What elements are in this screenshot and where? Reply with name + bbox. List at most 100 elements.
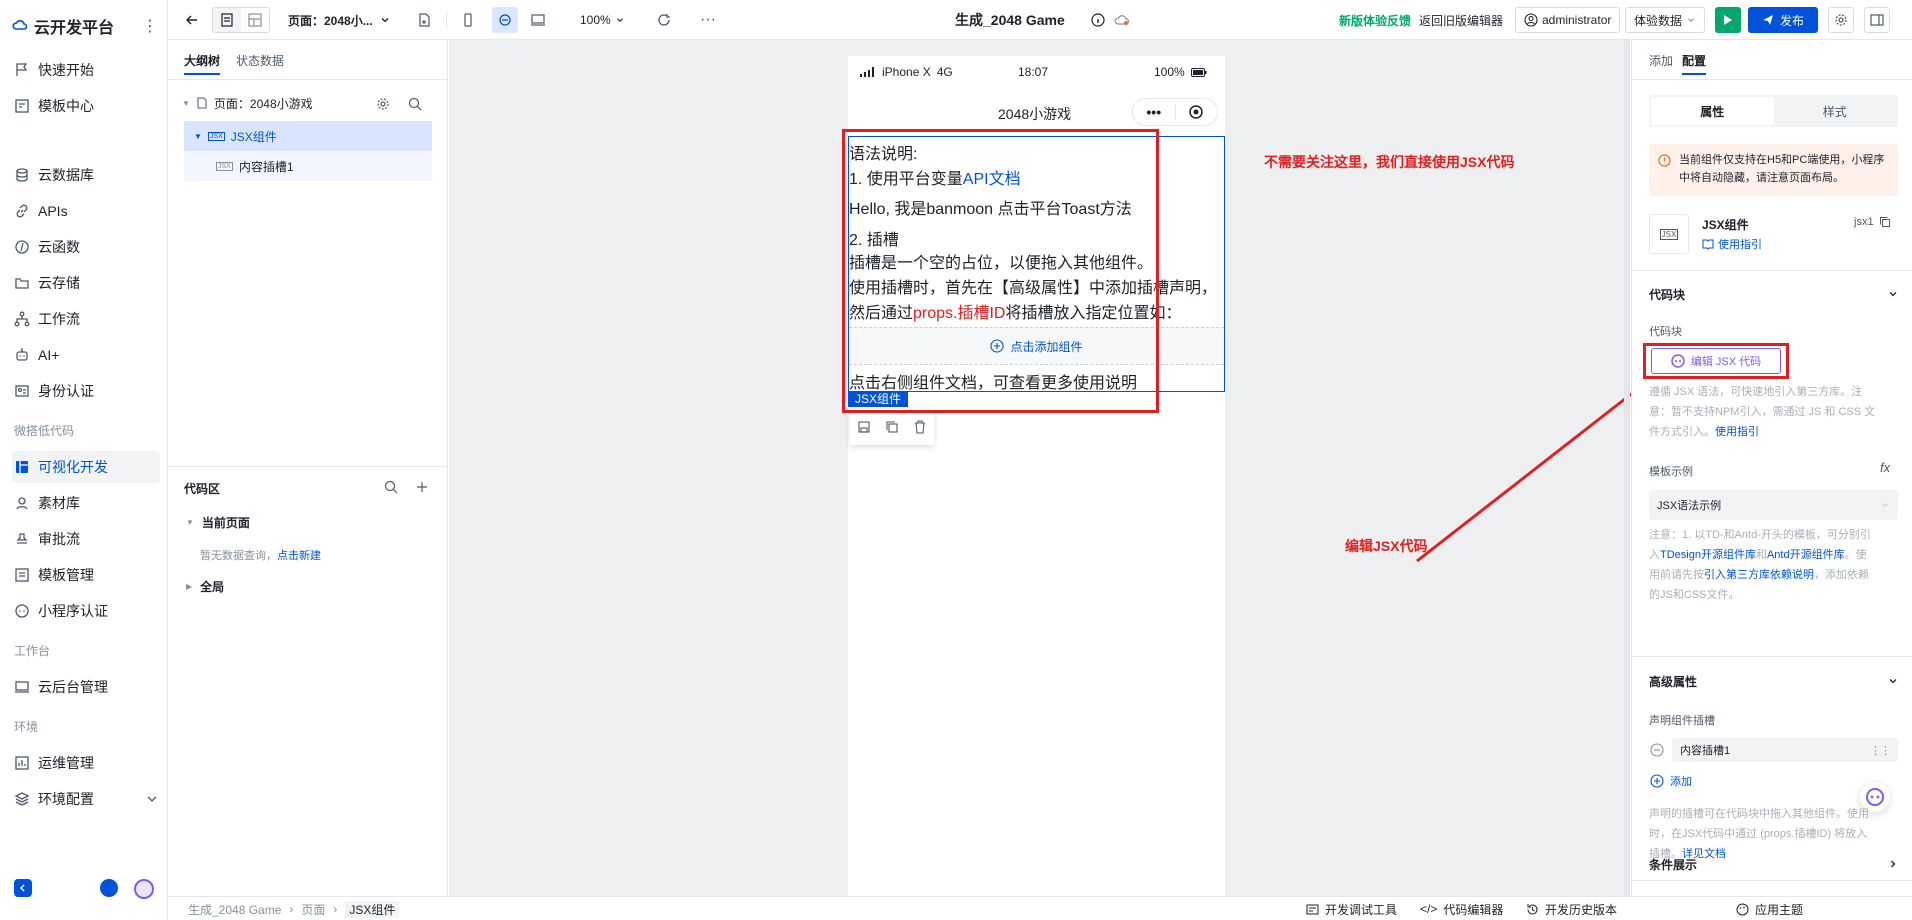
- nav-item-template-manage[interactable]: 模板管理: [12, 559, 160, 591]
- nav-item-assets[interactable]: 素材库: [12, 487, 160, 519]
- code-editor-button[interactable]: </> 代码编辑器: [1420, 897, 1503, 920]
- minus-circle-icon[interactable]: [1650, 743, 1664, 757]
- ai-assistant-icon[interactable]: [134, 879, 154, 899]
- create-new-link[interactable]: 点击新建: [277, 550, 321, 562]
- send-icon: [1763, 15, 1773, 25]
- desktop-device-icon[interactable]: [530, 0, 546, 40]
- breadcrumb-item[interactable]: JSX组件: [345, 900, 400, 918]
- refresh-icon[interactable]: [656, 0, 672, 40]
- breadcrumb-item[interactable]: 生成_2048 Game: [188, 901, 281, 918]
- chevron-down-icon: [147, 796, 157, 802]
- condition-section-title[interactable]: 条件展示: [1649, 856, 1697, 873]
- usage-guide-link[interactable]: 使用指引: [1715, 426, 1759, 438]
- global-group[interactable]: ▶ 全局: [186, 578, 224, 595]
- copy-icon[interactable]: [885, 420, 899, 434]
- nav-group-label: 环境: [14, 720, 39, 734]
- folder-icon: [15, 278, 29, 289]
- chevron-down-icon: [381, 18, 389, 23]
- search-icon[interactable]: [408, 97, 422, 111]
- more-vertical-icon[interactable]: ⋮: [142, 16, 158, 36]
- nav-item-templates[interactable]: 模板中心: [12, 90, 160, 122]
- tab-add[interactable]: 添加: [1649, 52, 1673, 69]
- app-logo[interactable]: 云开发平台: [12, 12, 114, 40]
- divider: [1632, 79, 1912, 80]
- data-mode-select[interactable]: 体验数据: [1625, 0, 1706, 40]
- nav-item-visual-dev[interactable]: 可视化开发: [12, 451, 160, 483]
- zoom-select[interactable]: 100%: [580, 0, 625, 40]
- nav-item-env-config[interactable]: 环境配置: [12, 783, 160, 815]
- grid-view-icon[interactable]: [241, 8, 269, 32]
- new-page-icon[interactable]: [416, 0, 432, 40]
- tab-outline-tree[interactable]: 大纲树: [184, 52, 220, 69]
- panel-toggle-button[interactable]: [1864, 0, 1890, 40]
- more-horizontal-icon[interactable]: ···: [700, 0, 716, 40]
- antd-link[interactable]: Antd开源组件库: [1767, 549, 1845, 561]
- fx-icon[interactable]: fx: [1880, 460, 1890, 475]
- info-icon[interactable]: [1090, 0, 1106, 40]
- more-dots-icon[interactable]: •••: [1133, 104, 1175, 120]
- template-note: 注意：1. 以TD-和Antd-开头的模板，可分别引 入TDesign开源组件库…: [1649, 525, 1904, 605]
- nav-item-workflow[interactable]: 工作流: [12, 303, 160, 335]
- desc-line: 遵循 JSX 语法，可快速地引入第三方库。注: [1649, 386, 1863, 398]
- advanced-section-title[interactable]: 高级属性: [1649, 673, 1697, 690]
- trash-icon[interactable]: [913, 420, 927, 434]
- canvas-scrollbar[interactable]: [1624, 40, 1630, 896]
- breadcrumb-item[interactable]: 页面: [301, 901, 325, 918]
- responsive-device-icon[interactable]: [492, 0, 518, 40]
- user-avatar-icon[interactable]: [100, 879, 118, 897]
- settings-button[interactable]: [1828, 0, 1854, 40]
- nav-item-storage[interactable]: 云存储: [12, 267, 160, 299]
- back-to-old-editor[interactable]: 返回旧版编辑器: [1419, 0, 1503, 40]
- seg-styles[interactable]: 样式: [1774, 97, 1897, 125]
- nav-item-functions[interactable]: 云函数: [12, 231, 160, 263]
- close-miniprogram-icon[interactable]: [1175, 104, 1217, 120]
- gear-icon[interactable]: [376, 97, 390, 111]
- plus-icon[interactable]: [416, 481, 428, 493]
- chevron-right-icon[interactable]: [1887, 858, 1899, 870]
- nav-item-database[interactable]: 云数据库: [12, 159, 160, 191]
- code-block-section-title[interactable]: 代码块: [1649, 286, 1685, 303]
- tdesign-link[interactable]: TDesign开源组件库: [1660, 549, 1756, 561]
- debug-tools-button[interactable]: 开发调试工具: [1306, 897, 1397, 920]
- tree-node-slot[interactable]: JSX 内容插槽1: [184, 151, 432, 181]
- nav-item-miniprogram-auth[interactable]: 小程序认证: [12, 595, 160, 627]
- mobile-device-icon[interactable]: [460, 0, 476, 40]
- save-icon[interactable]: [857, 420, 871, 434]
- history-button[interactable]: 开发历史版本: [1526, 897, 1617, 920]
- nav-item-quickstart[interactable]: 快速开始: [12, 54, 160, 86]
- nav-item-ops[interactable]: 运维管理: [12, 747, 160, 779]
- third-party-link[interactable]: 引入第三方库依赖说明: [1704, 569, 1814, 581]
- drag-handle-icon[interactable]: ⋮⋮: [1870, 744, 1891, 757]
- nav-item-cloud-admin[interactable]: 云后台管理: [12, 671, 160, 703]
- seg-properties[interactable]: 属性: [1651, 97, 1774, 125]
- chevron-down-icon[interactable]: [1887, 288, 1899, 300]
- publish-button[interactable]: 发布: [1748, 0, 1819, 40]
- nav-item-auth[interactable]: 身份认证: [12, 375, 160, 407]
- nav-item-approval[interactable]: 审批流: [12, 523, 160, 555]
- nav-item-ai[interactable]: AI+: [12, 339, 160, 371]
- page-view-icon[interactable]: [213, 8, 241, 32]
- slot-name-input[interactable]: 内容插槽1 ⋮⋮: [1672, 738, 1898, 762]
- usage-guide-link[interactable]: 使用指引: [1702, 236, 1762, 252]
- add-slot-button[interactable]: 添加: [1650, 773, 1692, 789]
- current-page-group[interactable]: ▼ 当前页面: [186, 514, 250, 531]
- jsx-icon: JSX: [207, 131, 225, 141]
- feedback-link[interactable]: 新版体验反馈: [1339, 0, 1411, 40]
- chevron-down-icon[interactable]: [1887, 675, 1899, 687]
- miniprogram-capsule[interactable]: •••: [1132, 98, 1218, 126]
- template-select[interactable]: JSX语法示例: [1649, 490, 1898, 520]
- tab-config[interactable]: 配置: [1682, 52, 1706, 69]
- app-theme-button[interactable]: 应用主题: [1736, 897, 1803, 920]
- tree-node-jsx[interactable]: ▼ JSX JSX组件: [184, 121, 432, 151]
- preview-button[interactable]: [1715, 0, 1741, 40]
- page-select[interactable]: 页面：2048小...: [288, 0, 391, 40]
- back-arrow-icon[interactable]: [184, 0, 200, 40]
- collapse-nav-button[interactable]: [14, 879, 32, 897]
- copy-icon[interactable]: [1879, 216, 1891, 228]
- empty-query-hint: 暂无数据查询，点击新建: [200, 547, 321, 563]
- nav-item-apis[interactable]: APIs: [12, 195, 160, 227]
- tree-node-page[interactable]: ▼ 页面：2048小游戏: [182, 92, 432, 114]
- search-icon[interactable]: [384, 480, 398, 494]
- user-menu[interactable]: administrator: [1515, 0, 1621, 40]
- tab-state-data[interactable]: 状态数据: [236, 52, 284, 69]
